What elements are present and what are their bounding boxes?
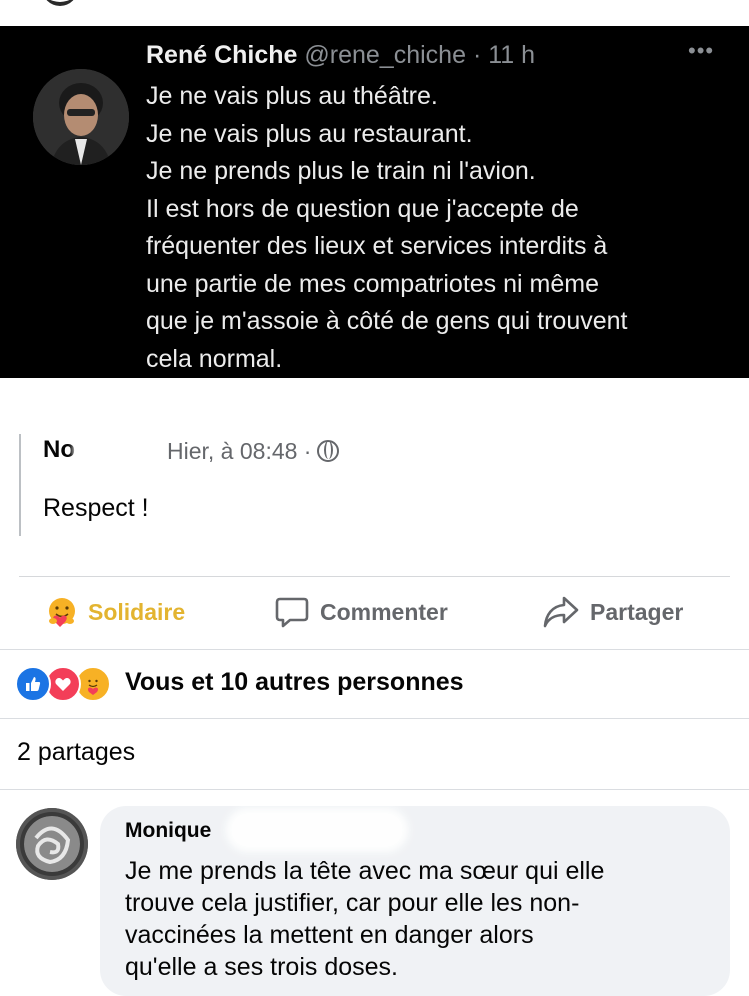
quote-bar	[19, 434, 21, 536]
comment-author[interactable]: Monique	[125, 819, 211, 843]
shared-post-author[interactable]: No	[43, 436, 75, 464]
redaction-blur	[78, 436, 166, 464]
shared-post-meta[interactable]: Hier, à 08:48 ·	[167, 438, 340, 465]
divider	[0, 649, 749, 650]
previous-avatar-edge	[42, 0, 78, 6]
reaction-icons[interactable]	[15, 666, 111, 702]
comment-bubble-icon	[274, 594, 310, 630]
comment-avatar[interactable]	[16, 808, 88, 880]
divider	[19, 576, 730, 577]
tweet-line: que je m'assoie à côté de gens qui trouv…	[146, 307, 628, 335]
tweet-more-icon: •••	[688, 38, 715, 63]
tweet-line: Je ne vais plus au restaurant.	[146, 119, 473, 148]
reactions-summary[interactable]: Vous et 10 autres personnes	[125, 668, 464, 697]
solidaire-label: Solidaire	[88, 598, 186, 625]
like-icon	[15, 666, 51, 702]
tweet-timestamp: 11 h	[488, 41, 536, 69]
solidaire-button[interactable]: Solidaire	[46, 592, 185, 632]
tweet-author-name: René Chiche	[146, 41, 298, 69]
comment-line: trouve cela justifier, car pour elle les…	[125, 889, 580, 917]
comment-label: Commenter	[320, 598, 448, 625]
comment-line: vaccinées la mettent en danger alors	[125, 921, 534, 949]
share-button[interactable]: Partager	[542, 592, 683, 632]
globe-icon	[317, 440, 340, 462]
tweet-line: Je ne vais plus au théâtre.	[146, 82, 438, 110]
tweet-line: Je ne prends plus le train ni l'avion.	[146, 157, 536, 185]
divider	[0, 789, 749, 790]
comment-button[interactable]: Commenter	[274, 592, 448, 632]
share-arrow-icon	[542, 594, 580, 630]
shared-post-time: Hier, à 08:48 ·	[167, 438, 312, 464]
tweet-line: une partie de mes compatriotes ni même	[146, 269, 599, 298]
shares-count[interactable]: 2 partages	[17, 738, 135, 767]
tweet-text: Je ne vais plus au théâtre. Je ne vais p…	[146, 78, 736, 378]
tweet-separator: ·	[472, 41, 482, 69]
tweet-header: René Chiche @rene_chiche · 11 h	[146, 38, 535, 72]
tweet-line: Il est hors de question que j'accepte de	[146, 194, 579, 223]
tweet-line: fréquenter des lieux et services interdi…	[146, 232, 608, 260]
comment-text: Je me prends la tête avec ma sœur qui el…	[125, 855, 715, 983]
shared-post-body: Respect !	[43, 494, 149, 522]
comment-line: qu'elle a ses trois doses.	[125, 953, 398, 981]
care-emoji-icon	[46, 596, 78, 628]
comment-line: Je me prends la tête avec ma sœur qui el…	[125, 857, 605, 885]
tweet-line: cela normal.	[146, 344, 283, 373]
tweet-image[interactable]: René Chiche @rene_chiche · 11 h ••• Je n…	[0, 26, 749, 378]
redaction-blur	[232, 814, 402, 846]
divider	[0, 718, 749, 719]
share-label: Partager	[590, 598, 684, 625]
tweet-avatar	[33, 69, 129, 165]
tweet-author-handle: @rene_chiche	[304, 41, 466, 69]
